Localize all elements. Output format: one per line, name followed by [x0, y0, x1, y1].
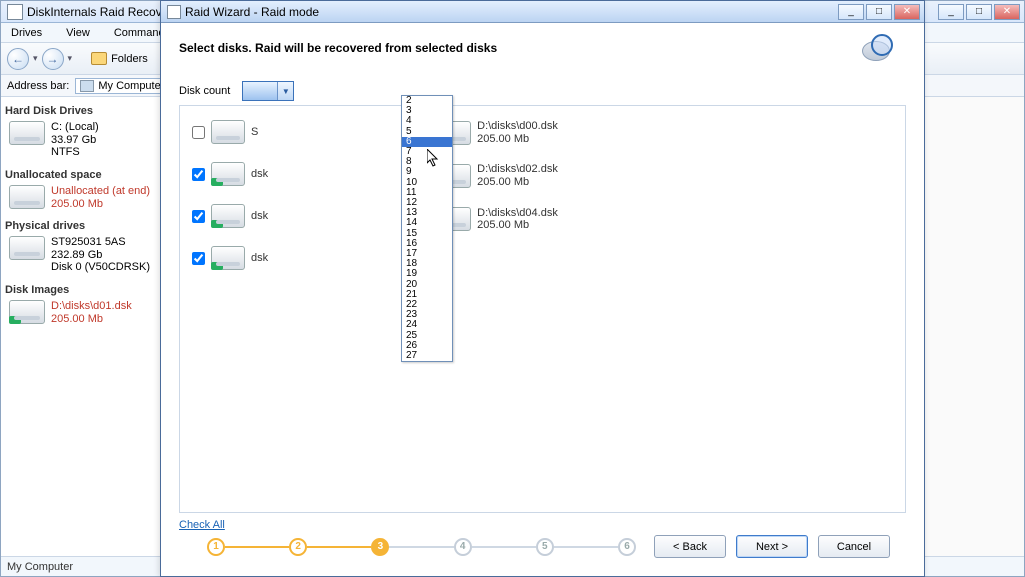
- step-node: 5: [536, 538, 554, 556]
- statusbar-text: My Computer: [7, 561, 73, 573]
- disk-image-icon: [9, 300, 45, 324]
- disk-image-path: D:\disks\d04.dsk: [477, 207, 558, 220]
- disk-checkbox[interactable]: [192, 168, 205, 181]
- folders-label: Folders: [111, 53, 148, 65]
- disk-image-path: D:\disks\d01.dsk: [51, 300, 132, 313]
- nav-fwd-button[interactable]: →: [42, 48, 64, 70]
- nav-back-button[interactable]: ←: [7, 48, 29, 70]
- group-disk-images: Disk Images: [5, 284, 156, 296]
- disk-row[interactable]: dsk: [192, 204, 268, 228]
- folders-button[interactable]: Folders: [84, 47, 155, 71]
- app-icon: [7, 4, 23, 20]
- dialog-titlebar: Raid Wizard - Raid mode _ □ ✕: [161, 1, 924, 23]
- menu-view[interactable]: View: [60, 25, 96, 41]
- lens-over-disk-icon: [860, 37, 898, 67]
- device-tree: Hard Disk Drives C: (Local) 33.97 Gb NTF…: [1, 97, 161, 556]
- unallocated-entry[interactable]: Unallocated (at end) 205.00 Mb: [9, 185, 156, 210]
- group-hard-disk-drives: Hard Disk Drives: [5, 105, 156, 117]
- step-indicator: 1 2 3 4 5 6: [185, 538, 654, 556]
- raid-wizard-dialog: Raid Wizard - Raid mode _ □ ✕ Select dis…: [160, 0, 925, 577]
- disk-model: S: [251, 126, 258, 139]
- cancel-button[interactable]: Cancel: [818, 535, 890, 558]
- disk-count-label: Disk count: [179, 85, 230, 97]
- group-physical-drives: Physical drives: [5, 220, 156, 232]
- disk-row[interactable]: S: [192, 120, 268, 144]
- disk-row[interactable]: dsk: [192, 246, 268, 270]
- dialog-minimize-button[interactable]: _: [838, 4, 864, 20]
- phys-slot: Disk 0 (V50CDRSK): [51, 261, 150, 274]
- disk-image-0[interactable]: D:\disks\d01.dsk 205.00 Mb: [9, 300, 156, 325]
- folder-icon: [91, 52, 107, 65]
- next-button[interactable]: Next >: [736, 535, 808, 558]
- computer-icon: [80, 80, 94, 92]
- step-line: [307, 546, 371, 548]
- hdd-icon: [211, 120, 245, 144]
- step-node: 2: [289, 538, 307, 556]
- disk-checkbox[interactable]: [192, 210, 205, 223]
- disk-image-path: dsk: [251, 252, 268, 265]
- dialog-maximize-button[interactable]: □: [866, 4, 892, 20]
- physical-drive-0[interactable]: ST925031 5AS 232.89 Gb Disk 0 (V50CDRSK): [9, 236, 156, 274]
- drive-c[interactable]: C: (Local) 33.97 Gb NTFS: [9, 121, 156, 159]
- dialog-icon: [167, 5, 181, 19]
- step-node: 6: [618, 538, 636, 556]
- step-line: [225, 546, 289, 548]
- disk-col-left: Sdsk dsk dsk: [192, 120, 268, 502]
- back-button[interactable]: < Back: [654, 535, 726, 558]
- dialog-title: Raid Wizard - Raid mode: [185, 5, 319, 19]
- hdd-icon: [211, 246, 245, 270]
- disk-image-path: D:\disks\d00.dsk: [477, 120, 558, 133]
- step-node: 4: [454, 538, 472, 556]
- step-node: 3: [371, 538, 389, 556]
- disk-image-path: D:\disks\d02.dsk: [477, 163, 558, 176]
- disk-count-dropdown[interactable]: 2345678910111213141516171819202122232425…: [401, 95, 453, 362]
- nav-fwd-chevron-icon[interactable]: ▾: [68, 53, 73, 64]
- check-all-link[interactable]: Check All: [179, 519, 906, 531]
- disk-size: 205.00 Mb: [477, 219, 558, 232]
- hdd-icon: [9, 236, 45, 260]
- step-line: [389, 546, 453, 548]
- phys-model: ST925031 5AS: [51, 236, 150, 249]
- phys-size: 232.89 Gb: [51, 249, 150, 262]
- wizard-headline: Select disks. Raid will be recovered fro…: [179, 37, 497, 55]
- hdd-icon: [9, 121, 45, 145]
- wizard-graphic: [860, 37, 906, 73]
- disk-row[interactable]: dsk: [192, 162, 268, 186]
- disk-image-path: dsk: [251, 168, 268, 181]
- disk-count-combo[interactable]: ▼: [242, 81, 294, 101]
- disk-size: 205.00 Mb: [477, 133, 558, 146]
- nav-back-chevron-icon[interactable]: ▾: [33, 53, 38, 64]
- unallocated-size: 205.00 Mb: [51, 198, 150, 211]
- drive-c-size: 33.97 Gb: [51, 134, 99, 147]
- hdd-icon: [211, 204, 245, 228]
- app-maximize-button[interactable]: □: [966, 4, 992, 20]
- chevron-down-icon: ▼: [277, 82, 293, 100]
- disk-count-option[interactable]: 27: [402, 351, 452, 361]
- hdd-icon: [9, 185, 45, 209]
- disk-checkbox[interactable]: [192, 126, 205, 139]
- step-line: [554, 546, 618, 548]
- group-unallocated: Unallocated space: [5, 169, 156, 181]
- dialog-close-button[interactable]: ✕: [894, 4, 920, 20]
- disk-image-size: 205.00 Mb: [51, 313, 132, 326]
- disk-size: 205.00 Mb: [477, 176, 558, 189]
- step-node: 1: [207, 538, 225, 556]
- disk-select-panel: Sdskdskdsk D:\disks\d00.dsk205.00 MbD:\d…: [179, 105, 906, 513]
- hdd-icon: [211, 162, 245, 186]
- step-line: [472, 546, 536, 548]
- app-minimize-button[interactable]: _: [938, 4, 964, 20]
- drive-c-fs: NTFS: [51, 146, 99, 159]
- app-close-button[interactable]: ✕: [994, 4, 1020, 20]
- disk-image-path: dsk: [251, 210, 268, 223]
- unallocated-name: Unallocated (at end): [51, 185, 150, 198]
- address-combo[interactable]: My Computer: [75, 78, 169, 94]
- disk-checkbox[interactable]: [192, 252, 205, 265]
- address-value: My Computer: [98, 80, 164, 92]
- menu-drives[interactable]: Drives: [5, 25, 48, 41]
- drive-c-name: C: (Local): [51, 121, 99, 134]
- addressbar-label: Address bar:: [7, 80, 69, 92]
